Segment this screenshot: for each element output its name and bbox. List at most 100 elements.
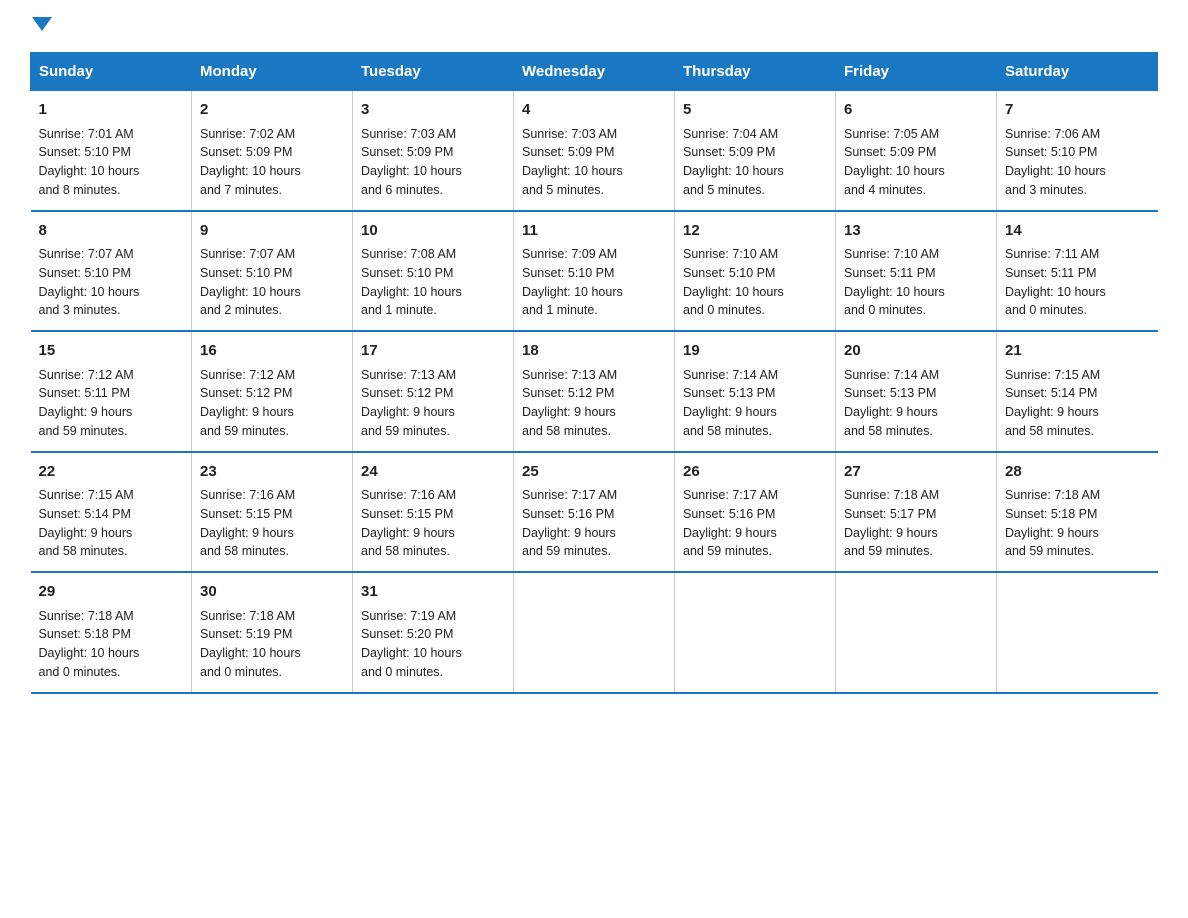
day-info: Sunrise: 7:14 AMSunset: 5:13 PMDaylight:… [844, 368, 939, 438]
day-number: 29 [39, 581, 184, 604]
day-info: Sunrise: 7:14 AMSunset: 5:13 PMDaylight:… [683, 368, 778, 438]
day-info: Sunrise: 7:15 AMSunset: 5:14 PMDaylight:… [1005, 368, 1100, 438]
day-info: Sunrise: 7:12 AMSunset: 5:11 PMDaylight:… [39, 368, 134, 438]
day-number: 17 [361, 340, 505, 363]
day-number: 2 [200, 99, 344, 122]
calendar-cell: 7 Sunrise: 7:06 AMSunset: 5:10 PMDaylight… [997, 91, 1158, 211]
day-info: Sunrise: 7:07 AMSunset: 5:10 PMDaylight:… [39, 247, 140, 317]
calendar-header-row: SundayMondayTuesdayWednesdayThursdayFrid… [31, 53, 1158, 91]
day-info: Sunrise: 7:18 AMSunset: 5:18 PMDaylight:… [39, 609, 140, 679]
calendar-cell: 22 Sunrise: 7:15 AMSunset: 5:14 PMDayligh… [31, 452, 192, 573]
calendar-cell: 9 Sunrise: 7:07 AMSunset: 5:10 PMDaylight… [192, 211, 353, 332]
day-info: Sunrise: 7:06 AMSunset: 5:10 PMDaylight:… [1005, 127, 1106, 197]
week-row-2: 8 Sunrise: 7:07 AMSunset: 5:10 PMDaylight… [31, 211, 1158, 332]
day-info: Sunrise: 7:18 AMSunset: 5:19 PMDaylight:… [200, 609, 301, 679]
day-info: Sunrise: 7:01 AMSunset: 5:10 PMDaylight:… [39, 127, 140, 197]
calendar-cell [675, 572, 836, 693]
calendar-cell [836, 572, 997, 693]
day-info: Sunrise: 7:17 AMSunset: 5:16 PMDaylight:… [683, 488, 778, 558]
day-info: Sunrise: 7:05 AMSunset: 5:09 PMDaylight:… [844, 127, 945, 197]
calendar-cell: 3 Sunrise: 7:03 AMSunset: 5:09 PMDaylight… [353, 91, 514, 211]
calendar-cell: 11 Sunrise: 7:09 AMSunset: 5:10 PMDayligh… [514, 211, 675, 332]
calendar-cell: 21 Sunrise: 7:15 AMSunset: 5:14 PMDayligh… [997, 331, 1158, 452]
day-number: 3 [361, 99, 505, 122]
day-number: 22 [39, 461, 184, 484]
calendar-cell: 12 Sunrise: 7:10 AMSunset: 5:10 PMDayligh… [675, 211, 836, 332]
header-day-monday: Monday [192, 53, 353, 91]
header-day-friday: Friday [836, 53, 997, 91]
header-day-sunday: Sunday [31, 53, 192, 91]
calendar-cell: 17 Sunrise: 7:13 AMSunset: 5:12 PMDayligh… [353, 331, 514, 452]
calendar-cell: 23 Sunrise: 7:16 AMSunset: 5:15 PMDayligh… [192, 452, 353, 573]
week-row-3: 15 Sunrise: 7:12 AMSunset: 5:11 PMDayligh… [31, 331, 1158, 452]
calendar-cell: 8 Sunrise: 7:07 AMSunset: 5:10 PMDaylight… [31, 211, 192, 332]
calendar-cell: 14 Sunrise: 7:11 AMSunset: 5:11 PMDayligh… [997, 211, 1158, 332]
day-info: Sunrise: 7:03 AMSunset: 5:09 PMDaylight:… [361, 127, 462, 197]
calendar-cell: 20 Sunrise: 7:14 AMSunset: 5:13 PMDayligh… [836, 331, 997, 452]
day-number: 7 [1005, 99, 1150, 122]
day-info: Sunrise: 7:13 AMSunset: 5:12 PMDaylight:… [361, 368, 456, 438]
day-number: 30 [200, 581, 344, 604]
day-info: Sunrise: 7:15 AMSunset: 5:14 PMDaylight:… [39, 488, 134, 558]
day-info: Sunrise: 7:17 AMSunset: 5:16 PMDaylight:… [522, 488, 617, 558]
calendar-cell: 24Sunrise: 7:16 AMSunset: 5:15 PMDayligh… [353, 452, 514, 573]
day-number: 5 [683, 99, 827, 122]
day-info: Sunrise: 7:02 AMSunset: 5:09 PMDaylight:… [200, 127, 301, 197]
day-number: 8 [39, 220, 184, 243]
day-info: Sunrise: 7:13 AMSunset: 5:12 PMDaylight:… [522, 368, 617, 438]
header-day-wednesday: Wednesday [514, 53, 675, 91]
calendar-cell: 29 Sunrise: 7:18 AMSunset: 5:18 PMDayligh… [31, 572, 192, 693]
calendar-cell: 13 Sunrise: 7:10 AMSunset: 5:11 PMDayligh… [836, 211, 997, 332]
day-number: 11 [522, 220, 666, 243]
day-number: 21 [1005, 340, 1150, 363]
day-info: Sunrise: 7:11 AMSunset: 5:11 PMDaylight:… [1005, 247, 1106, 317]
calendar-cell: 31Sunrise: 7:19 AMSunset: 5:20 PMDayligh… [353, 572, 514, 693]
day-number: 4 [522, 99, 666, 122]
day-number: 15 [39, 340, 184, 363]
day-number: 20 [844, 340, 988, 363]
day-number: 23 [200, 461, 344, 484]
day-info: Sunrise: 7:10 AMSunset: 5:10 PMDaylight:… [683, 247, 784, 317]
day-number: 31 [361, 581, 505, 604]
day-info: Sunrise: 7:03 AMSunset: 5:09 PMDaylight:… [522, 127, 623, 197]
header-day-saturday: Saturday [997, 53, 1158, 91]
day-info: Sunrise: 7:16 AMSunset: 5:15 PMDaylight:… [361, 488, 456, 558]
day-number: 12 [683, 220, 827, 243]
calendar-cell: 4 Sunrise: 7:03 AMSunset: 5:09 PMDaylight… [514, 91, 675, 211]
day-info: Sunrise: 7:18 AMSunset: 5:17 PMDaylight:… [844, 488, 939, 558]
calendar-cell: 5 Sunrise: 7:04 AMSunset: 5:09 PMDaylight… [675, 91, 836, 211]
day-number: 18 [522, 340, 666, 363]
calendar-cell [514, 572, 675, 693]
day-info: Sunrise: 7:08 AMSunset: 5:10 PMDaylight:… [361, 247, 462, 317]
day-info: Sunrise: 7:09 AMSunset: 5:10 PMDaylight:… [522, 247, 623, 317]
header-day-tuesday: Tuesday [353, 53, 514, 91]
day-info: Sunrise: 7:07 AMSunset: 5:10 PMDaylight:… [200, 247, 301, 317]
day-number: 14 [1005, 220, 1150, 243]
calendar-cell: 6 Sunrise: 7:05 AMSunset: 5:09 PMDaylight… [836, 91, 997, 211]
day-number: 25 [522, 461, 666, 484]
calendar-cell: 28Sunrise: 7:18 AMSunset: 5:18 PMDayligh… [997, 452, 1158, 573]
day-number: 27 [844, 461, 988, 484]
calendar-cell: 16Sunrise: 7:12 AMSunset: 5:12 PMDayligh… [192, 331, 353, 452]
day-info: Sunrise: 7:10 AMSunset: 5:11 PMDaylight:… [844, 247, 945, 317]
header-day-thursday: Thursday [675, 53, 836, 91]
calendar-cell: 26Sunrise: 7:17 AMSunset: 5:16 PMDayligh… [675, 452, 836, 573]
logo [30, 20, 52, 34]
day-number: 19 [683, 340, 827, 363]
day-number: 13 [844, 220, 988, 243]
calendar-cell: 30 Sunrise: 7:18 AMSunset: 5:19 PMDayligh… [192, 572, 353, 693]
day-info: Sunrise: 7:04 AMSunset: 5:09 PMDaylight:… [683, 127, 784, 197]
day-number: 16 [200, 340, 344, 363]
calendar-cell: 18 Sunrise: 7:13 AMSunset: 5:12 PMDayligh… [514, 331, 675, 452]
day-info: Sunrise: 7:16 AMSunset: 5:15 PMDaylight:… [200, 488, 295, 558]
day-number: 6 [844, 99, 988, 122]
day-number: 10 [361, 220, 505, 243]
calendar-cell: 2 Sunrise: 7:02 AMSunset: 5:09 PMDaylight… [192, 91, 353, 211]
day-number: 9 [200, 220, 344, 243]
week-row-4: 22 Sunrise: 7:15 AMSunset: 5:14 PMDayligh… [31, 452, 1158, 573]
day-info: Sunrise: 7:18 AMSunset: 5:18 PMDaylight:… [1005, 488, 1100, 558]
calendar-cell: 15 Sunrise: 7:12 AMSunset: 5:11 PMDayligh… [31, 331, 192, 452]
week-row-1: 1 Sunrise: 7:01 AMSunset: 5:10 PMDaylight… [31, 91, 1158, 211]
calendar-cell [997, 572, 1158, 693]
day-number: 1 [39, 99, 184, 122]
